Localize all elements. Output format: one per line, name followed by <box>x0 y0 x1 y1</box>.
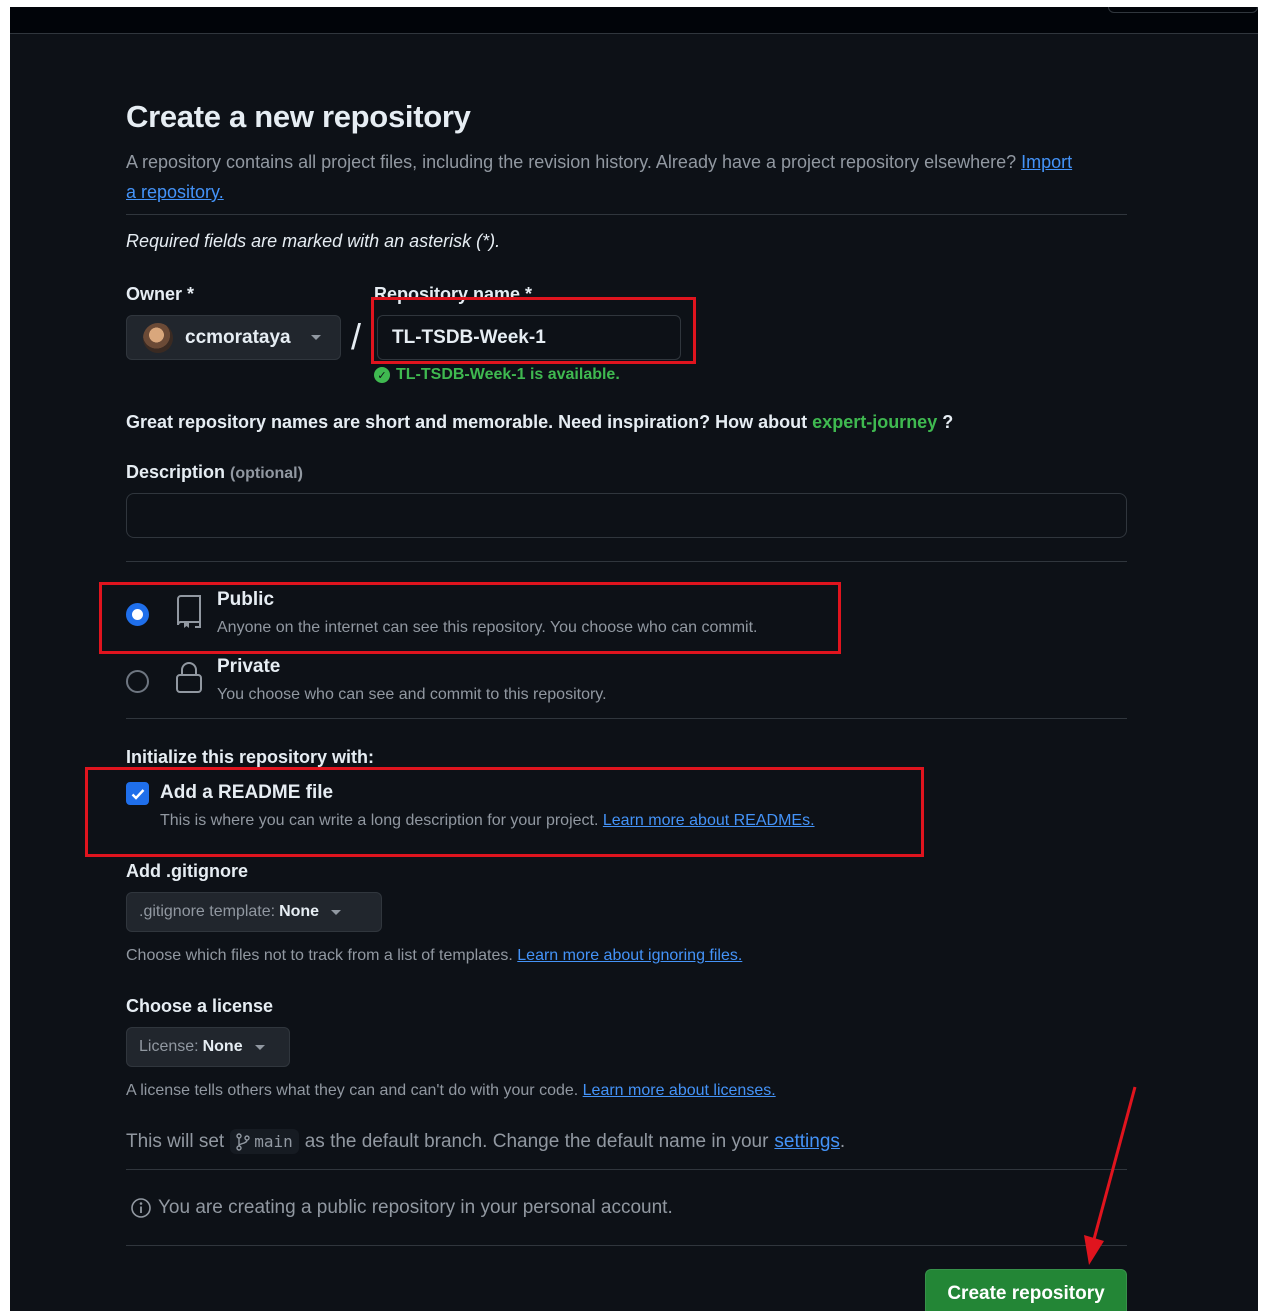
settings-link[interactable]: settings <box>774 1131 839 1153</box>
initialize-heading: Initialize this repository with: <box>126 747 375 767</box>
readme-desc-text: This is where you can write a long descr… <box>160 812 599 829</box>
owner-dropdown[interactable]: ccmorataya <box>126 315 341 360</box>
repo-name-input[interactable] <box>377 315 681 360</box>
license-select-prefix: License: <box>139 1038 199 1055</box>
branch-name-pill: main <box>230 1129 299 1154</box>
annotation-box-public <box>99 582 841 654</box>
repo-icon <box>177 595 201 628</box>
license-select-value: None <box>202 1038 243 1055</box>
annotation-arrow <box>1084 1086 1137 1265</box>
public-notice: You are creating a public repository in … <box>130 1197 673 1219</box>
suggested-name-link[interactable]: expert-journey <box>812 412 937 432</box>
license-hint: A license tells others what they can and… <box>126 1082 776 1100</box>
gitignore-select-value: None <box>279 903 320 920</box>
owner-label: Owner * <box>126 284 195 304</box>
divider <box>126 718 1127 719</box>
owner-name: ccmorataya <box>185 326 291 348</box>
learn-ignoring-files-link[interactable]: Learn more about ignoring files. <box>517 947 742 964</box>
availability-message: ✓ TL-TSDB-Week-1 is available. <box>374 366 620 384</box>
public-description: Anyone on the internet can see this repo… <box>217 619 758 636</box>
gitignore-select[interactable]: .gitignore template: None <box>126 892 382 932</box>
notice-text: You are creating a public repository in … <box>158 1197 673 1218</box>
intro-text: A repository contains all project files,… <box>126 152 1017 172</box>
git-branch-icon <box>236 1132 250 1151</box>
license-select[interactable]: License: None <box>126 1027 290 1067</box>
page-intro: A repository contains all project files,… <box>126 147 1086 207</box>
readme-title: Add a README file <box>160 782 334 803</box>
private-radio[interactable] <box>126 670 149 693</box>
description-label: Description (optional) <box>126 462 303 483</box>
description-input[interactable] <box>126 493 1127 538</box>
public-title: Public <box>217 589 275 610</box>
readme-checkbox[interactable] <box>126 782 149 805</box>
create-repository-button[interactable]: Create repository <box>925 1269 1127 1311</box>
divider <box>126 214 1127 215</box>
readme-description: This is where you can write a long descr… <box>160 812 815 830</box>
private-description: You choose who can see and commit to thi… <box>217 686 607 703</box>
branch-name: main <box>254 1132 293 1151</box>
gitignore-heading: Add .gitignore <box>126 861 248 881</box>
caret-down-icon <box>310 335 321 340</box>
optional-tag: (optional) <box>230 465 303 482</box>
learn-readmes-link[interactable]: Learn more about READMEs. <box>603 812 815 829</box>
topbar-search-box[interactable] <box>1108 7 1258 13</box>
default-branch-note: This will set main as the default branch… <box>126 1129 845 1154</box>
license-heading: Choose a license <box>126 996 274 1016</box>
caret-down-icon <box>331 909 342 915</box>
page-title: Create a new repository <box>126 99 471 134</box>
lock-icon <box>176 662 202 693</box>
branch-end: . <box>839 1130 846 1152</box>
divider <box>126 1169 1127 1170</box>
info-icon <box>131 1198 151 1218</box>
checkmark-icon <box>131 788 144 800</box>
required-fields-note: Required fields are marked with an aster… <box>126 231 501 251</box>
gitignore-hint: Choose which files not to track from a l… <box>126 947 742 965</box>
gitignore-select-prefix: .gitignore template: <box>139 903 276 920</box>
private-title: Private <box>217 656 281 677</box>
divider <box>126 1245 1127 1246</box>
branch-prefix: This will set <box>126 1130 225 1152</box>
divider <box>126 561 1127 562</box>
branch-middle: as the default branch. Change the defaul… <box>304 1130 769 1152</box>
browser-viewport: Create a new repository A repository con… <box>10 7 1258 1311</box>
caret-down-icon <box>254 1044 265 1050</box>
top-navigation-bar <box>10 7 1258 34</box>
name-suggestion: Great repository names are short and mem… <box>126 412 953 433</box>
public-radio[interactable] <box>126 603 149 626</box>
license-hint-text: A license tells others what they can and… <box>126 1082 579 1099</box>
availability-text: TL-TSDB-Week-1 is available. <box>396 366 620 383</box>
repo-name-label: Repository name * <box>374 284 533 304</box>
description-label-text: Description <box>126 462 226 482</box>
suggestion-text: Great repository names are short and mem… <box>126 412 808 432</box>
check-circle-icon: ✓ <box>374 367 390 383</box>
suggestion-suffix: ? <box>942 412 954 432</box>
owner-repo-separator: / <box>351 316 362 357</box>
avatar <box>143 322 173 353</box>
learn-licenses-link[interactable]: Learn more about licenses. <box>583 1082 776 1099</box>
gitignore-hint-text: Choose which files not to track from a l… <box>126 947 513 964</box>
